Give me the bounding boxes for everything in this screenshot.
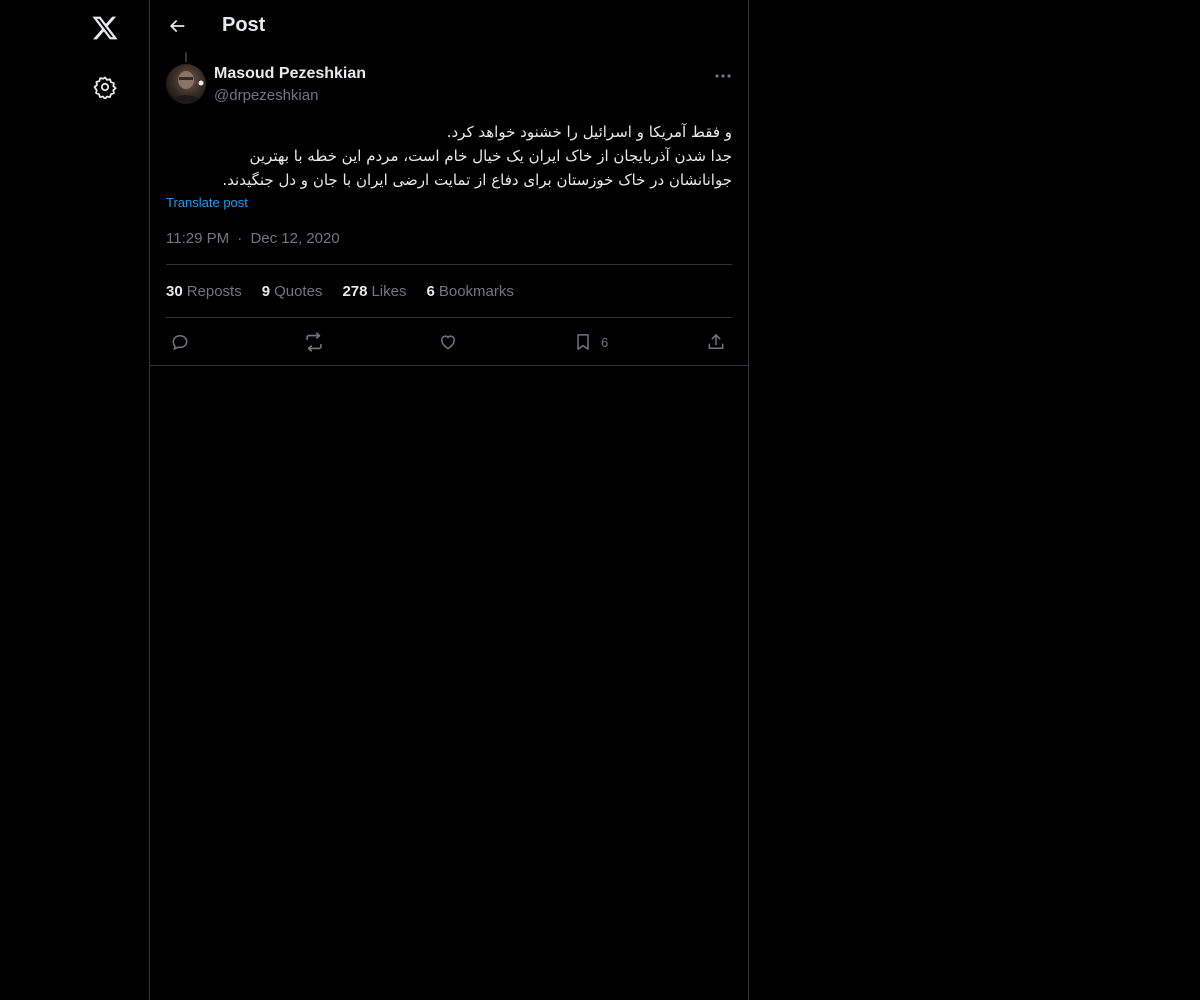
repost-icon xyxy=(306,332,322,352)
more-options-icon[interactable] xyxy=(708,64,738,88)
reposts-stat[interactable]: 30 Reposts xyxy=(166,283,242,300)
post-header: Post xyxy=(150,0,748,53)
post-text: و فقط آمریکا و اسرائیل را خشنود خواهد کر… xyxy=(166,120,732,192)
author-handle[interactable]: @drpezeshkian xyxy=(214,87,318,104)
reposts-count: 30 xyxy=(166,283,183,300)
like-button[interactable] xyxy=(438,327,458,357)
quotes-stat[interactable]: 9 Quotes xyxy=(262,283,323,300)
post-date: Dec 12, 2020 xyxy=(250,230,340,247)
post-time: 11:29 PM xyxy=(166,230,230,247)
post-text-line: جدا شدن آذربایجان از خاک ایران یک خیال خ… xyxy=(249,147,732,165)
likes-label: Likes xyxy=(371,283,407,300)
post-timestamp[interactable]: 11:29 PM · Dec 12, 2020 xyxy=(166,230,340,247)
gear-icon[interactable] xyxy=(83,65,127,109)
bookmarks-stat[interactable]: 6 Bookmarks xyxy=(427,283,514,300)
arrow-left-icon[interactable] xyxy=(162,11,192,41)
app-window: Post Masoud Pezeshkian @drpezeshkian و ف… xyxy=(0,0,1200,1000)
bookmark-count: 6 xyxy=(601,334,609,350)
translate-post-link[interactable]: Translate post xyxy=(166,195,248,210)
post-stats: 30 Reposts 9 Quotes 278 Likes 6 Bookmarks xyxy=(166,283,534,300)
reply-button[interactable] xyxy=(170,327,190,357)
bookmark-button[interactable]: 6 xyxy=(573,327,608,357)
x-logo-icon[interactable] xyxy=(83,6,127,50)
share-button[interactable] xyxy=(706,327,726,357)
reposts-label: Reposts xyxy=(186,283,242,300)
action-bar: 6 xyxy=(166,327,732,357)
post-text-line: و فقط آمریکا و اسرائیل را خشنود خواهد کر… xyxy=(446,123,732,141)
share-icon xyxy=(708,334,724,349)
avatar[interactable] xyxy=(166,64,206,104)
separator: · xyxy=(237,230,243,247)
likes-count: 278 xyxy=(342,283,368,300)
thread-connector xyxy=(185,52,187,62)
reply-icon xyxy=(172,335,188,350)
quotes-label: Quotes xyxy=(274,283,323,300)
bookmark-icon xyxy=(577,334,589,350)
author-name[interactable]: Masoud Pezeshkian xyxy=(214,65,366,83)
left-nav xyxy=(0,0,149,1000)
post-text-line: جوانانشان در خاک خوزستان برای دفاع از تم… xyxy=(222,171,732,189)
likes-stat[interactable]: 278 Likes xyxy=(342,283,406,300)
bookmarks-label: Bookmarks xyxy=(438,283,514,300)
divider xyxy=(150,365,748,366)
repost-button[interactable] xyxy=(303,327,325,357)
divider xyxy=(166,264,732,265)
quotes-count: 9 xyxy=(261,283,271,300)
heart-icon xyxy=(441,335,455,350)
page-title: Post xyxy=(222,14,266,36)
divider xyxy=(166,317,732,318)
post-column: Post Masoud Pezeshkian @drpezeshkian و ف… xyxy=(149,0,749,1000)
bookmarks-count: 6 xyxy=(426,283,435,300)
